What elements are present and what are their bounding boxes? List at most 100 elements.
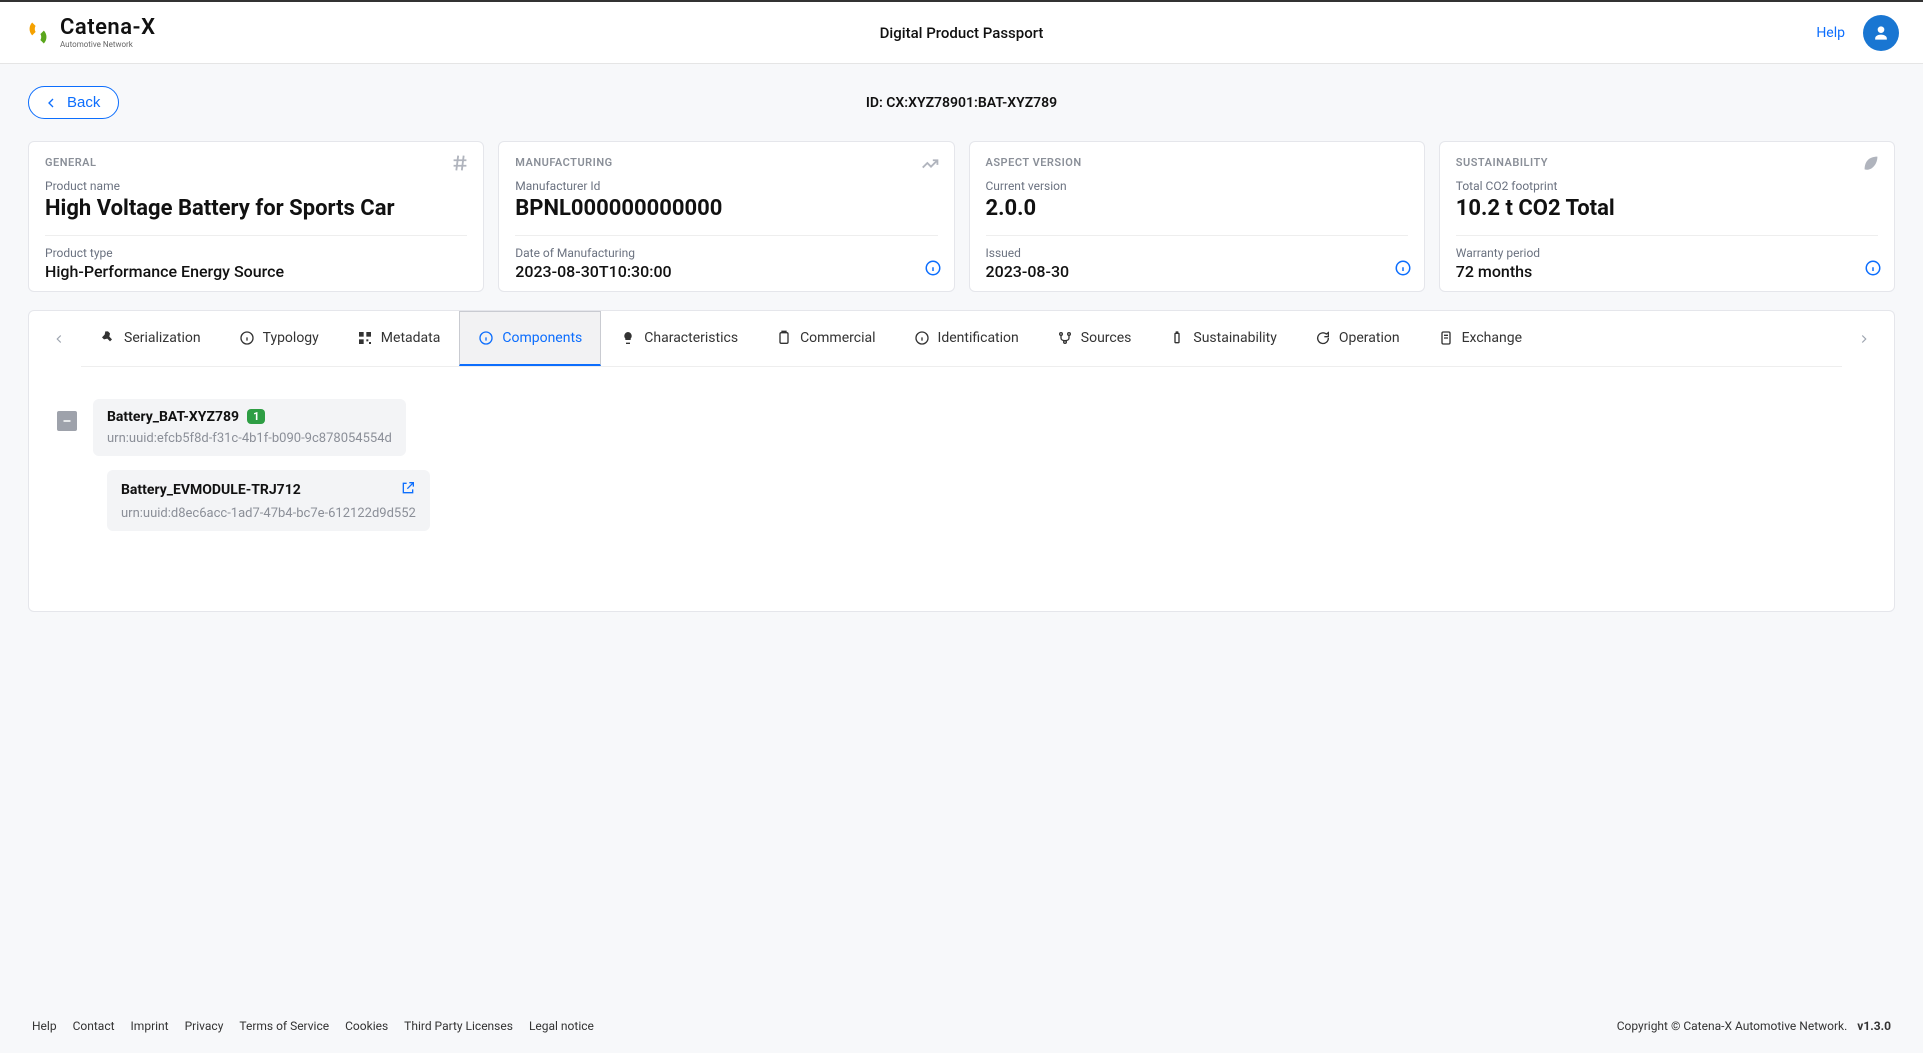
tab-metadata[interactable]: Metadata (338, 311, 460, 366)
chevron-right-icon (1857, 332, 1871, 346)
tab-components[interactable]: Components (459, 311, 601, 366)
current-version-label: Current version (986, 179, 1408, 193)
tabs-scroll-right[interactable] (1850, 315, 1878, 363)
manufacturer-id-label: Manufacturer Id (515, 179, 937, 193)
leaf-icon (1860, 152, 1882, 178)
brand: Catena-X Automotive Network (24, 17, 156, 49)
product-type-label: Product type (45, 246, 467, 260)
tab-label: Identification (938, 330, 1019, 346)
branch-icon (1057, 330, 1073, 346)
footer-version: v1.3.0 (1857, 1019, 1891, 1033)
warranty-value: 72 months (1456, 262, 1878, 281)
card-manufacturing: MANUFACTURING Manufacturer Id BPNL000000… (498, 141, 954, 292)
brand-subtitle: Automotive Network (60, 41, 156, 49)
issued-label: Issued (986, 246, 1408, 260)
user-avatar-button[interactable] (1863, 15, 1899, 51)
page-header: Back ID: CX:XYZ78901:BAT-XYZ789 (28, 86, 1895, 119)
arrow-left-icon (43, 95, 59, 111)
card-category: ASPECT VERSION (986, 156, 1408, 169)
current-version-value: 2.0.0 (986, 195, 1408, 223)
co2-value: 10.2 t CO2 Total (1456, 195, 1878, 223)
info-button[interactable] (1394, 259, 1412, 281)
card-aspect-version: ASPECT VERSION Current version 2.0.0 Iss… (969, 141, 1425, 292)
info-icon (1394, 259, 1412, 277)
tab-label: Exchange (1462, 330, 1522, 346)
node-title: Battery_BAT-XYZ789 (107, 409, 239, 425)
tab-exchange[interactable]: Exchange (1419, 311, 1541, 366)
node-urn: urn:uuid:efcb5f8d-f31c-4b1f-b090-9c87805… (107, 431, 392, 446)
co2-label: Total CO2 footprint (1456, 179, 1878, 193)
sync-icon (1315, 330, 1331, 346)
tab-sustainability[interactable]: Sustainability (1150, 311, 1295, 366)
tab-label: Typology (263, 330, 319, 346)
document-icon (1438, 330, 1454, 346)
help-link[interactable]: Help (1816, 25, 1845, 41)
info-icon (924, 259, 942, 277)
card-category: SUSTAINABILITY (1456, 156, 1878, 169)
tabs: Serialization Typology Metadata Componen… (81, 311, 1842, 367)
chevron-left-icon (52, 332, 66, 346)
info-icon (914, 330, 930, 346)
page-content: Back ID: CX:XYZ78901:BAT-XYZ789 GENERAL … (0, 64, 1923, 999)
footer-link[interactable]: Legal notice (529, 1019, 594, 1033)
tab-sources[interactable]: Sources (1038, 311, 1151, 366)
footer-link[interactable]: Privacy (185, 1019, 224, 1033)
tab-operation[interactable]: Operation (1296, 311, 1419, 366)
minus-icon (61, 415, 73, 427)
tab-label: Commercial (800, 330, 875, 346)
tab-commercial[interactable]: Commercial (757, 311, 894, 366)
footer-link[interactable]: Terms of Service (239, 1019, 329, 1033)
battery-icon (1169, 330, 1185, 346)
footer-links: Help Contact Imprint Privacy Terms of Se… (32, 1019, 594, 1033)
page-id: ID: CX:XYZ78901:BAT-XYZ789 (866, 95, 1057, 111)
issued-value: 2023-08-30 (986, 262, 1408, 281)
back-button[interactable]: Back (28, 86, 119, 119)
info-icon (1864, 259, 1882, 277)
tab-serialization[interactable]: Serialization (81, 311, 220, 366)
tree-root: Battery_BAT-XYZ789 1 urn:uuid:efcb5f8d-f… (57, 399, 1866, 456)
tab-label: Sustainability (1193, 330, 1276, 346)
info-button[interactable] (924, 259, 942, 281)
tab-label: Serialization (124, 330, 201, 346)
card-sustainability: SUSTAINABILITY Total CO2 footprint 10.2 … (1439, 141, 1895, 292)
footer-link[interactable]: Cookies (345, 1019, 388, 1033)
trend-icon (920, 152, 942, 178)
manufacturing-date-value: 2023-08-30T10:30:00 (515, 262, 937, 281)
hash-icon (449, 152, 471, 178)
info-icon (239, 330, 255, 346)
footer-link[interactable]: Contact (73, 1019, 115, 1033)
collapse-button[interactable] (57, 411, 77, 431)
product-name-label: Product name (45, 179, 467, 193)
tree-child: Battery_EVMODULE-TRJ712 urn:uuid:d8ec6ac… (107, 470, 1866, 531)
tab-characteristics[interactable]: Characteristics (601, 311, 757, 366)
card-general: GENERAL Product name High Voltage Batter… (28, 141, 484, 292)
panel-body: Battery_BAT-XYZ789 1 urn:uuid:efcb5f8d-f… (29, 367, 1894, 611)
footer-link[interactable]: Third Party Licenses (404, 1019, 513, 1033)
footer-link[interactable]: Help (32, 1019, 57, 1033)
tab-label: Operation (1339, 330, 1400, 346)
person-icon (1871, 23, 1891, 43)
footer-link[interactable]: Imprint (131, 1019, 169, 1033)
tab-label: Metadata (381, 330, 441, 346)
manufacturing-date-label: Date of Manufacturing (515, 246, 937, 260)
detail-panel: Serialization Typology Metadata Componen… (28, 310, 1895, 612)
bulb-icon (620, 330, 636, 346)
tab-label: Characteristics (644, 330, 738, 346)
tab-typology[interactable]: Typology (220, 311, 338, 366)
info-icon (478, 330, 494, 346)
summary-cards: GENERAL Product name High Voltage Batter… (28, 141, 1895, 292)
tree-node-child[interactable]: Battery_EVMODULE-TRJ712 urn:uuid:d8ec6ac… (107, 470, 430, 531)
tab-identification[interactable]: Identification (895, 311, 1038, 366)
node-title: Battery_EVMODULE-TRJ712 (121, 482, 301, 498)
open-external-button[interactable] (400, 480, 416, 500)
product-name-value: High Voltage Battery for Sports Car (45, 195, 467, 223)
node-badge: 1 (247, 409, 265, 424)
card-category: MANUFACTURING (515, 156, 937, 169)
tree-node-root[interactable]: Battery_BAT-XYZ789 1 urn:uuid:efcb5f8d-f… (93, 399, 406, 456)
warranty-label: Warranty period (1456, 246, 1878, 260)
manufacturer-id-value: BPNL000000000000 (515, 195, 937, 223)
tab-label: Sources (1081, 330, 1132, 346)
page-title: Digital Product Passport (880, 24, 1044, 42)
tabs-scroll-left[interactable] (45, 315, 73, 363)
info-button[interactable] (1864, 259, 1882, 281)
